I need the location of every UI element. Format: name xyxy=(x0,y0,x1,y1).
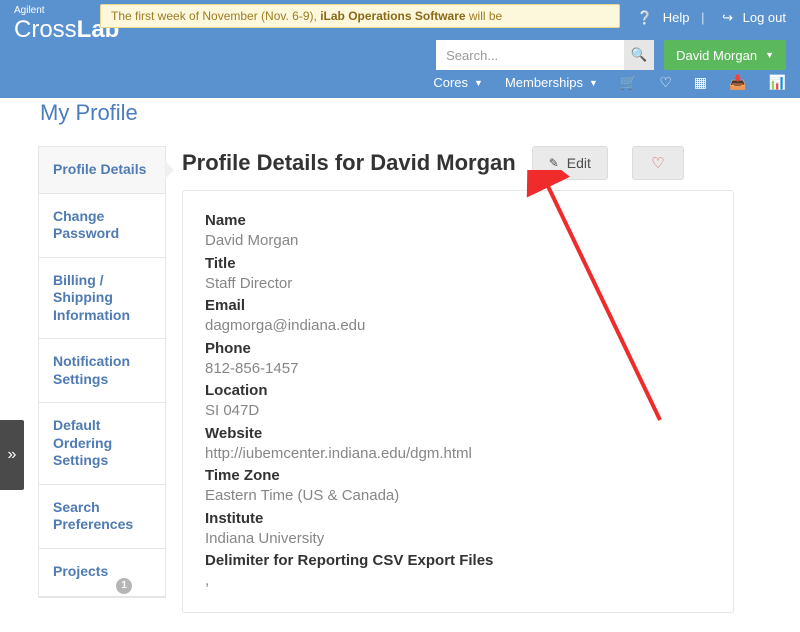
main-nav: Cores▼ Memberships▼ 🛒 ♡ ▦ 📥 📊 xyxy=(411,74,786,91)
modules-icon[interactable]: ▦ xyxy=(694,74,707,91)
sidebar-item-billing[interactable]: Billing / Shipping Information xyxy=(39,258,165,340)
search-box: 🔍 xyxy=(436,40,654,70)
name-label: Name xyxy=(205,211,711,231)
name-value: David Morgan xyxy=(205,231,711,251)
sidebar-item-notifications[interactable]: Notification Settings xyxy=(39,339,165,403)
email-label: Email xyxy=(205,296,711,316)
sidebar-item-search-prefs[interactable]: Search Preferences xyxy=(39,485,165,549)
timezone-label: Time Zone xyxy=(205,466,711,486)
user-name-label: David Morgan xyxy=(676,48,757,63)
chart-icon[interactable]: 📊 xyxy=(769,74,786,91)
sidebar-item-ordering[interactable]: Default Ordering Settings xyxy=(39,403,165,485)
content-header: Profile Details for David Morgan ✎ Edit … xyxy=(182,146,684,180)
pencil-icon: ✎ xyxy=(549,156,559,170)
timezone-value: Eastern Time (US & Canada) xyxy=(205,486,711,506)
title-label: Title xyxy=(205,254,711,274)
header-utility: ❔ Help | ↪ Log out xyxy=(631,10,786,26)
caret-down-icon: ▼ xyxy=(474,78,483,88)
banner-prefix: The first week of November (Nov. 6-9), xyxy=(111,9,320,23)
edit-button[interactable]: ✎ Edit xyxy=(532,146,608,180)
separator: | xyxy=(701,10,704,25)
sidebar-item-profile-details[interactable]: Profile Details xyxy=(39,147,165,194)
top-bar: Agilent CrossLab The first week of Novem… xyxy=(0,0,800,98)
edit-label: Edit xyxy=(567,155,591,171)
nav-cores[interactable]: Cores▼ xyxy=(433,75,483,90)
favorite-button[interactable]: ♡ xyxy=(632,146,684,180)
announcement-banner: The first week of November (Nov. 6-9), i… xyxy=(100,4,620,28)
email-value: dagmorga@indiana.edu xyxy=(205,316,711,336)
logo-text-1: Cross xyxy=(14,16,77,43)
sidebar-item-projects[interactable]: Projects 1 xyxy=(39,549,165,597)
sidebar-item-label: Projects xyxy=(53,563,108,579)
inbox-icon[interactable]: 📥 xyxy=(729,74,746,91)
content-heading: Profile Details for David Morgan xyxy=(182,150,516,176)
delimiter-value: , xyxy=(205,571,711,591)
projects-count-badge: 1 xyxy=(116,578,132,594)
logout-link[interactable]: ↪ Log out xyxy=(722,10,786,25)
user-menu-button[interactable]: David Morgan ▼ xyxy=(664,40,786,70)
website-value: http://iubemcenter.indiana.edu/dgm.html xyxy=(205,444,711,464)
website-label: Website xyxy=(205,424,711,444)
heart-icon: ♡ xyxy=(651,154,664,172)
search-input[interactable] xyxy=(436,40,624,70)
cart-icon[interactable]: 🛒 xyxy=(620,74,637,91)
nav-memberships[interactable]: Memberships▼ xyxy=(505,75,598,90)
chevron-right-icon: » xyxy=(8,446,17,464)
location-label: Location xyxy=(205,381,711,401)
institute-value: Indiana University xyxy=(205,529,711,549)
heart-icon[interactable]: ♡ xyxy=(659,74,672,91)
profile-panel: Name David Morgan Title Staff Director E… xyxy=(182,190,734,613)
search-button[interactable]: 🔍 xyxy=(624,40,654,70)
delimiter-label: Delimiter for Reporting CSV Export Files xyxy=(205,551,711,571)
search-row: 🔍 David Morgan ▼ xyxy=(436,40,786,70)
phone-value: 812-856-1457 xyxy=(205,359,711,379)
sidebar-item-change-password[interactable]: Change Password xyxy=(39,194,165,258)
search-icon: 🔍 xyxy=(631,47,648,62)
page-title: My Profile xyxy=(40,100,138,126)
help-link[interactable]: ❔ Help xyxy=(637,10,690,25)
institute-label: Institute xyxy=(205,509,711,529)
banner-bold: iLab Operations Software xyxy=(320,9,465,23)
banner-suffix: will be xyxy=(466,9,503,23)
caret-down-icon: ▼ xyxy=(589,78,598,88)
location-value: SI 047D xyxy=(205,401,711,421)
sidebar-toggle[interactable]: » xyxy=(0,420,24,490)
phone-label: Phone xyxy=(205,339,711,359)
caret-down-icon: ▼ xyxy=(765,50,774,60)
title-value: Staff Director xyxy=(205,274,711,294)
sidebar: Profile Details Change Password Billing … xyxy=(38,146,166,598)
